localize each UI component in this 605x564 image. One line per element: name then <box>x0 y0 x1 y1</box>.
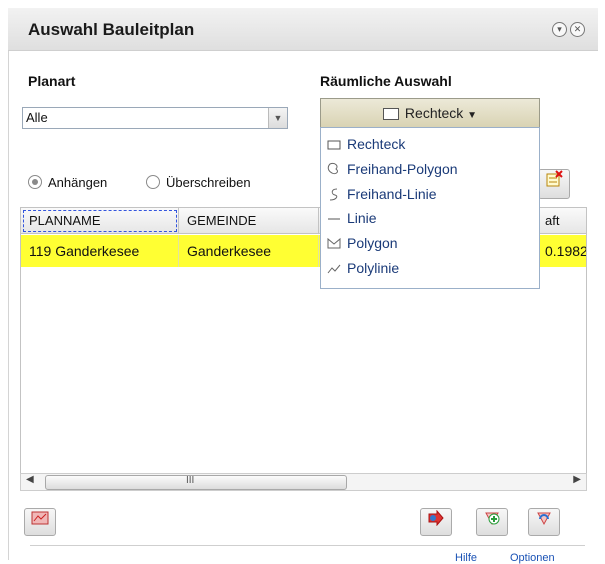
spatial-selection-dropdown[interactable]: Rechteck ▼ <box>320 98 540 128</box>
scrollbar-thumb[interactable]: III <box>45 475 347 490</box>
menu-item-freihand-polygon[interactable]: Freihand-Polygon <box>327 161 458 183</box>
spatial-selection-label: Räumliche Auswahl <box>320 73 452 89</box>
radio-append-circle[interactable] <box>28 175 42 189</box>
map-select-icon <box>31 511 49 530</box>
clear-selection-button[interactable] <box>538 169 570 199</box>
menu-item-linie[interactable]: Linie <box>327 210 377 232</box>
close-icon[interactable]: ✕ <box>570 22 585 37</box>
add-icon <box>483 512 501 530</box>
column-header-planname[interactable]: PLANNAME <box>21 208 179 234</box>
menu-item-polygon[interactable]: Polygon <box>327 235 398 257</box>
planart-value: Alle <box>26 110 48 125</box>
refresh-button[interactable] <box>528 508 560 536</box>
radio-append[interactable]: Anhängen <box>28 175 107 190</box>
planart-select[interactable]: Alle ▼ <box>22 107 288 129</box>
column-header-gemeinde[interactable]: GEMEINDE <box>179 208 319 234</box>
rectangle-icon <box>382 108 399 121</box>
import-button[interactable] <box>420 508 452 536</box>
help-link[interactable]: Hilfe <box>455 552 477 564</box>
window-title: Auswahl Bauleitplan <box>28 20 195 39</box>
menu-item-rechteck[interactable]: Rechteck <box>327 136 405 158</box>
options-link[interactable]: Optionen <box>510 552 555 564</box>
planart-label: Planart <box>28 73 76 89</box>
clear-table-icon <box>545 170 563 192</box>
spatial-selection-value: Rechteck <box>404 105 464 121</box>
chevron-down-icon: ▼ <box>467 110 478 121</box>
table-cell-planname[interactable]: 119 Ganderkesee <box>21 235 179 267</box>
title-bar: Auswahl Bauleitplan ▾ ✕ <box>8 8 598 51</box>
map-selection-button[interactable] <box>24 508 56 536</box>
table-cell-gemeinde[interactable]: Ganderkesee <box>179 235 319 267</box>
horizontal-scrollbar[interactable]: ◀ III ▶ <box>20 473 587 491</box>
rectangle-icon <box>327 137 343 153</box>
footer-divider <box>30 545 585 546</box>
radio-overwrite[interactable]: Überschreiben <box>146 175 251 190</box>
freehand-line-icon <box>327 187 343 204</box>
column-header-rechtskraft[interactable]: aft <box>537 208 586 234</box>
refresh-icon <box>535 512 553 530</box>
spatial-selection-menu: Rechteck Freihand-Polygon Freihand-Linie… <box>320 127 540 289</box>
freehand-polygon-icon <box>327 162 343 179</box>
scrollbar-grip: III <box>186 475 195 486</box>
import-arrow-icon <box>427 509 445 530</box>
add-button[interactable] <box>476 508 508 536</box>
polygon-icon <box>327 236 343 252</box>
menu-item-polylinie[interactable]: Polylinie <box>327 260 399 282</box>
menu-item-freihand-linie[interactable]: Freihand-Linie <box>327 186 437 208</box>
scroll-right-icon[interactable]: ▶ <box>573 474 581 485</box>
polyline-icon <box>327 261 343 277</box>
radio-overwrite-circle[interactable] <box>146 175 160 189</box>
chevron-down-icon[interactable]: ▼ <box>268 108 287 128</box>
table-cell-rechtskraft[interactable]: 0.1982 <box>537 235 586 267</box>
line-icon <box>327 211 343 227</box>
collapse-icon[interactable]: ▾ <box>552 22 567 37</box>
scroll-left-icon[interactable]: ◀ <box>26 474 34 485</box>
